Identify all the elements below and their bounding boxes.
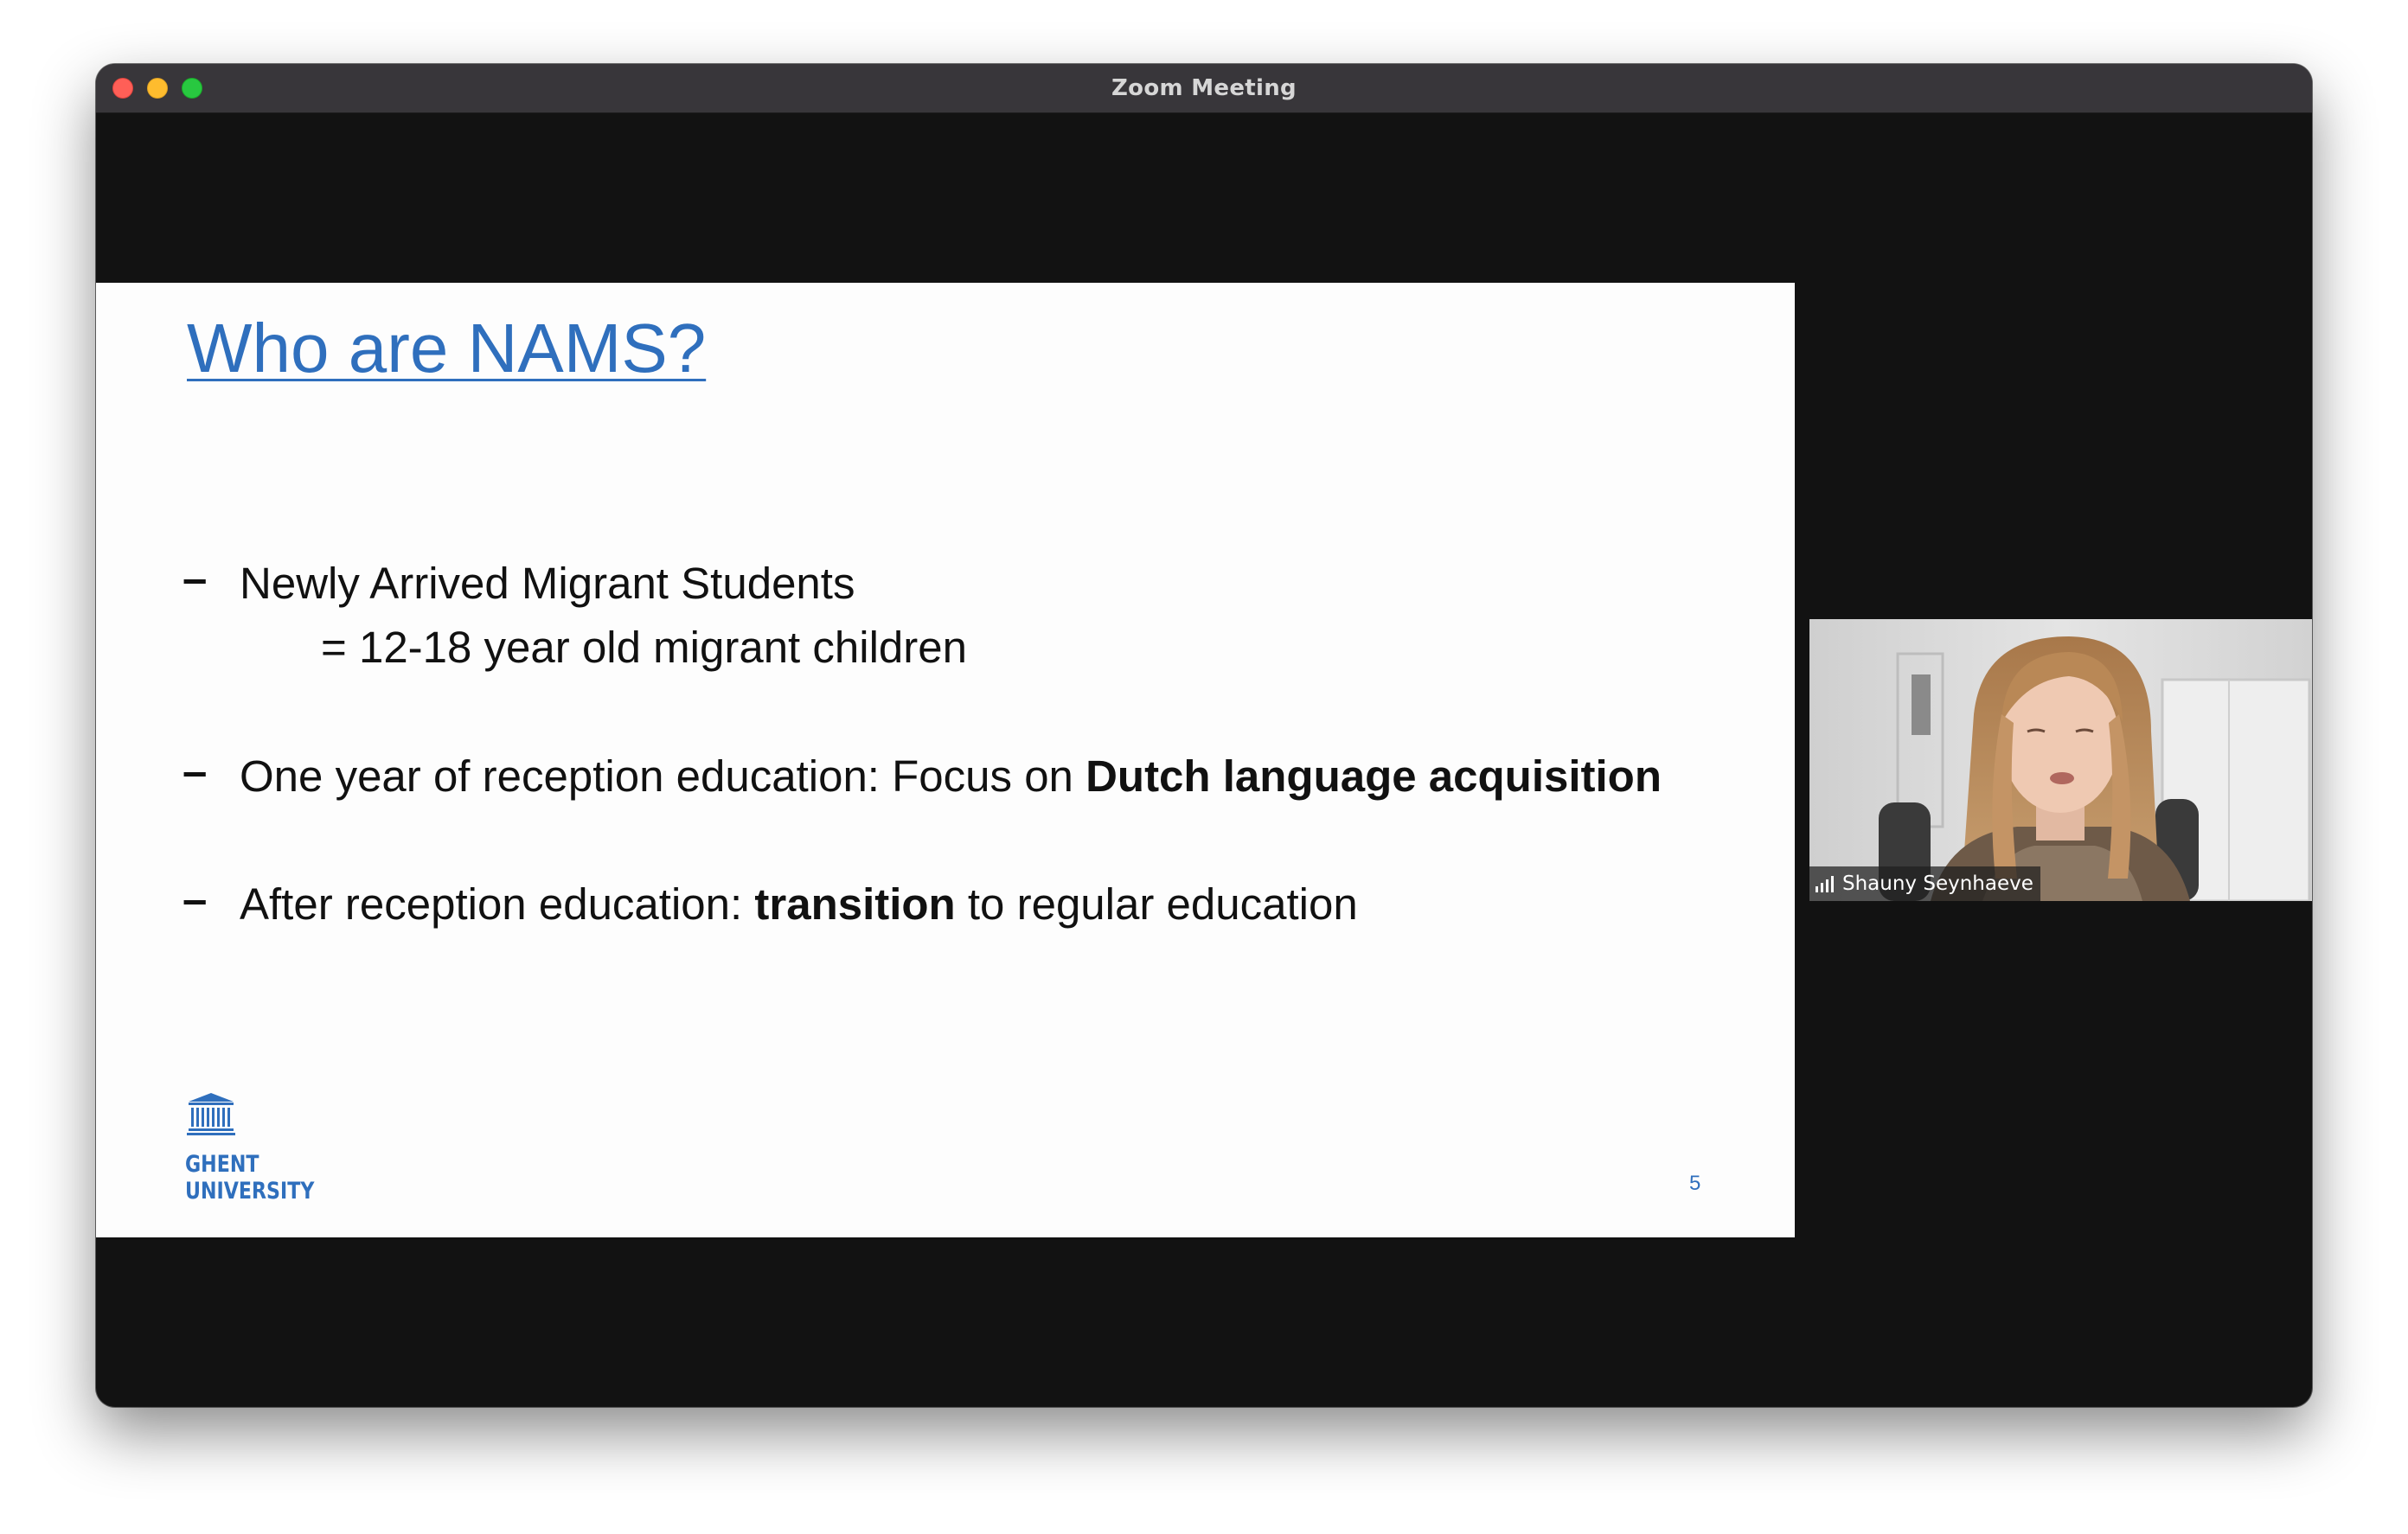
bullet-dash: – xyxy=(183,553,208,603)
zoom-window: Zoom Meeting Who are NAMS? – Newly Arriv… xyxy=(96,64,2312,1407)
logo-line-1: GHENT xyxy=(185,1151,259,1178)
participant-name-tag: Shauny Seynhaeve xyxy=(1809,866,2040,901)
bullet-2-prefix: One year of reception education: Focus o… xyxy=(240,751,1086,801)
connection-signal-icon xyxy=(1816,876,1834,892)
ghent-university-logo-text: GHENT UNIVERSITY xyxy=(185,1151,314,1205)
participant-name: Shauny Seynhaeve xyxy=(1842,872,2033,895)
bullet-1-subtext: = 12-18 year old migrant children xyxy=(321,623,967,672)
shared-screen-slide: Who are NAMS? – Newly Arrived Migrant St… xyxy=(96,283,1795,1237)
bullet-3-suffix: to regular education xyxy=(955,879,1358,929)
slide-page-number: 5 xyxy=(1689,1172,1701,1195)
bullet-dash: – xyxy=(183,746,208,796)
bullet-2-text: One year of reception education: Focus o… xyxy=(240,751,1662,802)
ghent-university-building-icon xyxy=(187,1093,235,1135)
slide-title: Who are NAMS? xyxy=(187,310,707,387)
participant-video-tile[interactable]: Shauny Seynhaeve xyxy=(1809,619,2312,901)
window-title: Zoom Meeting xyxy=(1111,75,1297,101)
bullet-dash: – xyxy=(183,874,208,924)
bullet-2-bold: Dutch language acquisition xyxy=(1086,751,1662,801)
bullet-3-text: After reception education: transition to… xyxy=(240,879,1358,930)
bullet-3-prefix: After reception education: xyxy=(240,879,755,929)
bullet-1-text: Newly Arrived Migrant Students xyxy=(240,559,855,608)
logo-line-2: UNIVERSITY xyxy=(185,1178,315,1205)
bullet-3-bold: transition xyxy=(754,879,956,929)
window-titlebar: Zoom Meeting xyxy=(96,64,2312,113)
participant-video-feed xyxy=(1809,619,2312,901)
